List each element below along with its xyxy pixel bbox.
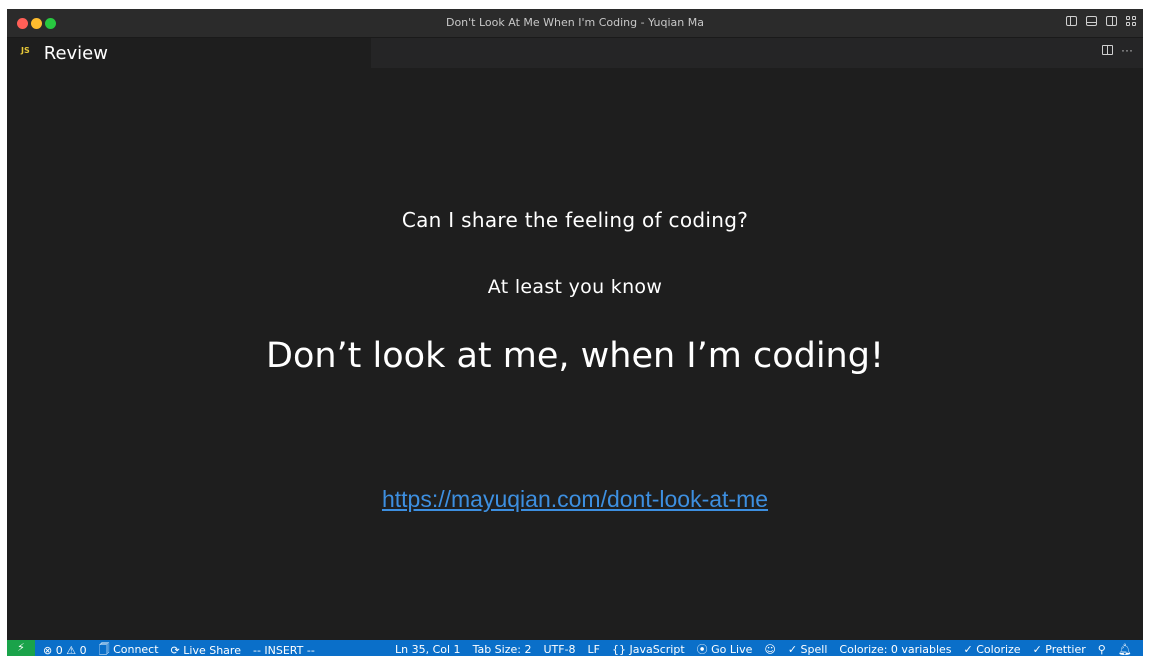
copilot-icon[interactable]: ☺ [764, 641, 775, 656]
editor-window: Don't Look At Me When I'm Coding - Yuqia… [7, 9, 1143, 656]
eol-indicator[interactable]: LF [588, 641, 600, 656]
split-editor-icon[interactable] [1102, 45, 1113, 55]
title-bar: Don't Look At Me When I'm Coding - Yuqia… [7, 9, 1143, 38]
headline-text: Don’t look at me, when I’m coding! [266, 336, 884, 376]
go-live-button[interactable]: ⦿ Go Live [697, 641, 753, 656]
spell-check-button[interactable]: ✓ Spell [788, 641, 828, 656]
cursor-position[interactable]: Ln 35, Col 1 [395, 641, 461, 656]
status-bar: ⚡ ⊗ 0 ⚠ 0 🗍 Connect ⟳ Live Share -- INSE… [7, 640, 1143, 656]
connect-button[interactable]: 🗍 Connect [99, 641, 159, 656]
toggle-sidebar-icon[interactable] [1066, 16, 1077, 26]
customize-layout-icon[interactable] [1126, 16, 1137, 26]
feedback-icon[interactable]: ⚲ [1098, 641, 1106, 656]
question-text: Can I share the feeling of coding? [401, 208, 749, 232]
tab-label: Review [43, 42, 108, 64]
status-right: Ln 35, Col 1 Tab Size: 2 UTF-8 LF {} Jav… [395, 641, 1132, 656]
problems-indicator[interactable]: ⊗ 0 ⚠ 0 [43, 641, 87, 656]
layout-controls [1066, 16, 1137, 26]
language-mode[interactable]: {} JavaScript [612, 641, 685, 656]
editor-content: Can I share the feeling of coding? At le… [7, 68, 1143, 640]
toggle-panel-icon[interactable] [1086, 16, 1097, 26]
colorize-button[interactable]: ✓ Colorize [964, 641, 1021, 656]
javascript-file-icon: JS [21, 45, 30, 55]
window-title: Don't Look At Me When I'm Coding - Yuqia… [445, 16, 704, 29]
link-container: https://mayuqian.com/dont-look-at-me [7, 486, 1143, 513]
colorize-variables-indicator[interactable]: Colorize: 0 variables [839, 641, 951, 656]
encoding-indicator[interactable]: UTF-8 [543, 641, 575, 656]
tab-bar: JS Review ··· [7, 38, 1143, 68]
vim-mode-indicator: -- INSERT -- [252, 644, 315, 656]
remote-indicator-icon[interactable]: ⚡ [7, 640, 35, 656]
toggle-secondary-sidebar-icon[interactable] [1106, 16, 1117, 26]
tab-size-indicator[interactable]: Tab Size: 2 [473, 641, 532, 656]
prettier-button[interactable]: ✓ Prettier [1033, 641, 1086, 656]
tab-review[interactable]: JS Review [7, 38, 371, 68]
live-share-button[interactable]: ⟳ Live Share [171, 641, 241, 656]
editor-actions: ··· [1102, 44, 1133, 56]
subtitle-text: At least you know [487, 276, 663, 298]
status-left: ⊗ 0 ⚠ 0 🗍 Connect ⟳ Live Share -- INSERT… [43, 641, 315, 656]
more-actions-icon[interactable]: ··· [1121, 44, 1133, 56]
project-link[interactable]: https://mayuqian.com/dont-look-at-me [382, 486, 768, 512]
notifications-bell-icon[interactable]: 🔔︎ [1118, 641, 1132, 656]
